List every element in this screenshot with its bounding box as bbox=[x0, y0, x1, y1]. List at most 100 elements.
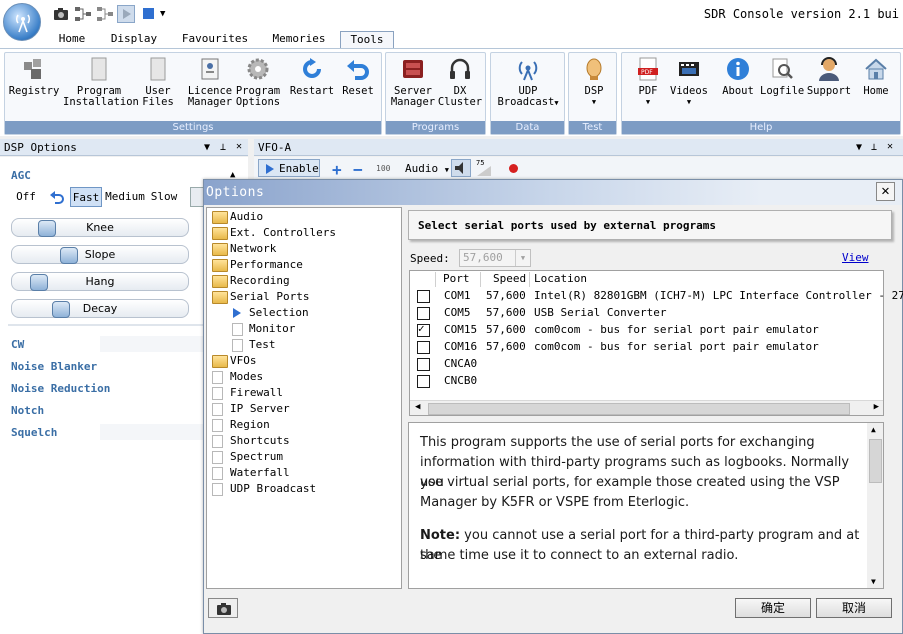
tree-item[interactable]: Monitor bbox=[249, 322, 295, 335]
logfile-button[interactable]: Logfile bbox=[760, 56, 804, 97]
tab-tools[interactable]: Tools bbox=[340, 31, 394, 48]
reset-button[interactable]: Reset bbox=[339, 56, 377, 97]
column-header-check[interactable] bbox=[410, 272, 436, 287]
tab-memories[interactable]: Memories bbox=[268, 31, 330, 48]
videos-button[interactable]: Videos ▼ bbox=[668, 56, 710, 107]
port-checkbox[interactable] bbox=[417, 341, 430, 354]
agc-off-button[interactable]: Off bbox=[11, 187, 41, 207]
slider-decay[interactable]: Decay bbox=[11, 299, 189, 318]
server-manager-button[interactable]: Server Manager bbox=[389, 56, 437, 107]
enable-button[interactable]: Enable bbox=[258, 159, 320, 177]
agc-medium-button[interactable]: Medium bbox=[104, 187, 146, 207]
scroll-thumb[interactable] bbox=[428, 403, 850, 415]
tab-home[interactable]: Home bbox=[48, 31, 96, 48]
tab-favourites[interactable]: Favourites bbox=[178, 31, 252, 48]
program-installation-button[interactable]: Program Installation bbox=[63, 56, 139, 107]
port-row[interactable]: COM1 57,600 Intel(R) 82801GBM (ICH7-M) LPC… bbox=[412, 288, 903, 305]
dx-cluster-button[interactable]: DX Cluster bbox=[437, 56, 483, 107]
tree-item[interactable]: Spectrum bbox=[230, 450, 283, 463]
column-header-location[interactable]: Location bbox=[531, 272, 883, 287]
ok-button[interactable]: 确定 bbox=[735, 598, 811, 618]
tree-item[interactable]: Modes bbox=[230, 370, 263, 383]
network-alt-icon[interactable] bbox=[96, 5, 114, 23]
tree-item[interactable]: Test bbox=[249, 338, 276, 351]
pdf-button[interactable]: PDF PDF ▼ bbox=[630, 56, 666, 107]
port-checkbox[interactable] bbox=[417, 290, 430, 303]
agc-fast-button[interactable]: Fast bbox=[70, 187, 102, 207]
port-checkbox[interactable] bbox=[417, 322, 430, 337]
udp-broadcast-button[interactable]: UDP Broadcast▼ bbox=[493, 56, 563, 108]
column-header-port[interactable]: Port bbox=[437, 272, 481, 287]
plus-icon[interactable]: + bbox=[332, 160, 342, 179]
port-checkbox[interactable] bbox=[417, 375, 430, 388]
slider-knob[interactable] bbox=[60, 247, 78, 264]
port-checkbox[interactable] bbox=[417, 358, 430, 371]
tree-item[interactable]: Ext. Controllers bbox=[230, 226, 336, 239]
home-button[interactable]: Home bbox=[858, 56, 894, 97]
play-icon[interactable] bbox=[117, 5, 135, 23]
close-icon[interactable]: ✕ bbox=[876, 182, 895, 201]
port-row[interactable]: COM16 57,600 com0com - bus for serial port… bbox=[412, 339, 882, 356]
port-row[interactable]: CNCB0 bbox=[412, 373, 882, 390]
tree-item[interactable]: Serial Ports bbox=[230, 290, 309, 303]
agc-slow-button[interactable]: Slow bbox=[150, 187, 178, 207]
tree-item[interactable]: Shortcuts bbox=[230, 434, 290, 447]
scroll-right-icon[interactable]: ▶ bbox=[874, 402, 879, 412]
horizontal-scrollbar[interactable]: ◀ ▶ bbox=[410, 400, 883, 415]
slider-slope[interactable]: Slope bbox=[11, 245, 189, 264]
support-button[interactable]: Support bbox=[806, 56, 852, 97]
slider-knob[interactable] bbox=[38, 220, 56, 237]
tree-item[interactable]: Firewall bbox=[230, 386, 283, 399]
port-row[interactable]: COM5 57,600 USB Serial Converter bbox=[412, 305, 882, 322]
vertical-scrollbar[interactable]: ▲ ▼ bbox=[867, 423, 883, 588]
licence-manager-button[interactable]: Licence Manager bbox=[186, 56, 234, 107]
speaker-icon[interactable] bbox=[451, 159, 471, 177]
tree-item[interactable]: Performance bbox=[230, 258, 303, 271]
section-agc[interactable]: AGC bbox=[11, 169, 31, 182]
tree-item[interactable]: Network bbox=[230, 242, 276, 255]
screenshot-button[interactable] bbox=[208, 598, 238, 618]
tree-item[interactable]: Selection bbox=[249, 306, 309, 319]
panel-close-icon[interactable]: ✕ bbox=[887, 141, 893, 152]
scroll-down-icon[interactable]: ▼ bbox=[871, 577, 876, 586]
section-squelch[interactable]: Squelch bbox=[11, 426, 57, 439]
scroll-thumb[interactable] bbox=[869, 439, 882, 483]
scroll-left-icon[interactable]: ◀ bbox=[415, 402, 420, 412]
level-icon[interactable]: 75 bbox=[475, 159, 493, 177]
tree-item[interactable]: Recording bbox=[230, 274, 290, 287]
port-row[interactable]: CNCA0 bbox=[412, 356, 882, 373]
panel-dropdown-icon[interactable]: ▼ bbox=[204, 142, 210, 153]
cancel-button[interactable]: 取消 bbox=[816, 598, 892, 618]
restart-button[interactable]: Restart bbox=[289, 56, 335, 97]
slider-knob[interactable] bbox=[30, 274, 48, 291]
minus-icon[interactable]: − bbox=[353, 160, 363, 179]
section-cw[interactable]: CW bbox=[11, 338, 24, 351]
record-icon[interactable] bbox=[509, 164, 518, 173]
tree-item[interactable]: Region bbox=[230, 418, 270, 431]
slider-knob[interactable] bbox=[52, 301, 70, 318]
step-size[interactable]: 100 bbox=[376, 164, 390, 173]
section-notch[interactable]: Notch bbox=[11, 404, 44, 417]
audio-dropdown[interactable]: Audio ▼ bbox=[405, 162, 449, 175]
tab-display[interactable]: Display bbox=[106, 31, 162, 48]
section-noise-blanker[interactable]: Noise Blanker bbox=[11, 360, 97, 373]
tree-item[interactable]: Waterfall bbox=[230, 466, 290, 479]
dsp-test-button[interactable]: DSP ▼ bbox=[574, 56, 614, 107]
speed-select[interactable]: 57,600 ▼ bbox=[459, 249, 531, 267]
panel-close-icon[interactable]: ✕ bbox=[236, 141, 242, 152]
slider-knee[interactable]: Knee bbox=[11, 218, 189, 237]
camera-icon[interactable] bbox=[52, 5, 70, 23]
program-options-button[interactable]: Program Options bbox=[234, 56, 282, 107]
undo-icon[interactable] bbox=[48, 188, 66, 206]
tree-item[interactable]: VFOs bbox=[230, 354, 257, 367]
pin-icon[interactable]: ⊥ bbox=[871, 142, 877, 153]
port-checkbox[interactable] bbox=[417, 307, 430, 320]
view-link[interactable]: View bbox=[842, 251, 869, 264]
network-icon[interactable] bbox=[74, 5, 92, 23]
tree-item[interactable]: UDP Broadcast bbox=[230, 482, 316, 495]
column-header-speed[interactable]: Speed bbox=[482, 272, 530, 287]
tree-item[interactable]: Audio bbox=[230, 210, 263, 223]
scroll-up-icon[interactable]: ▲ bbox=[871, 425, 876, 434]
about-button[interactable]: About bbox=[720, 56, 756, 97]
pin-icon[interactable]: ⊥ bbox=[220, 142, 226, 153]
